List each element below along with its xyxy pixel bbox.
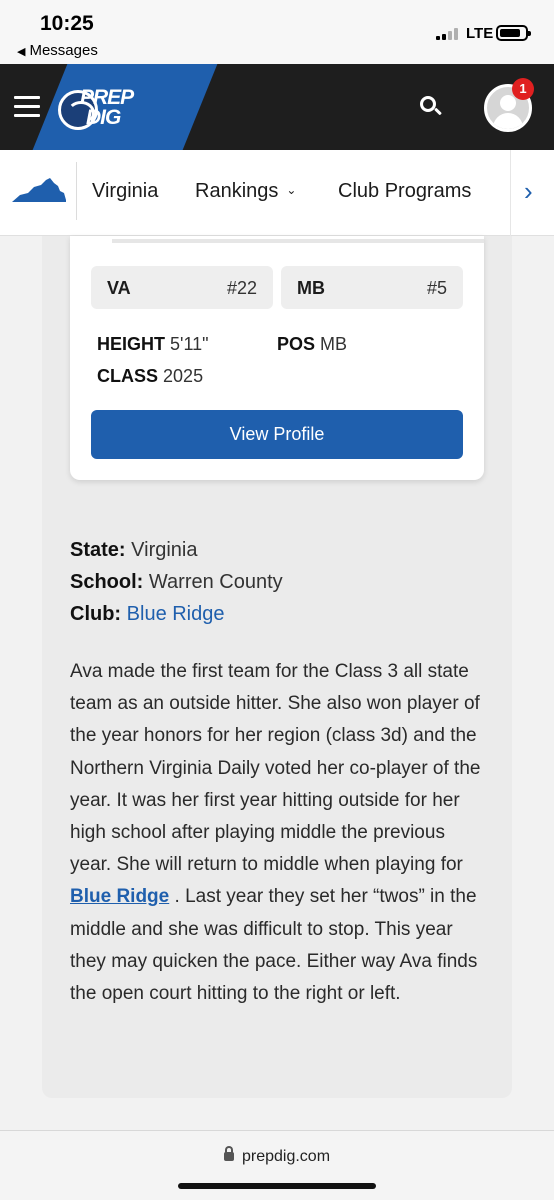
position-rank-label: MB	[297, 278, 325, 298]
back-triangle-icon: ◀	[17, 46, 26, 58]
lock-icon	[223, 1146, 234, 1161]
signal-icon	[436, 28, 458, 40]
url-display[interactable]: prepdig.com	[0, 1146, 554, 1166]
network-type: LTE	[466, 25, 494, 42]
card-top-divider	[112, 239, 484, 243]
nav-item-club-programs[interactable]: Club Programs	[338, 180, 471, 203]
class-attribute: CLASS 2025	[97, 366, 203, 387]
virginia-state-icon[interactable]	[12, 178, 66, 204]
home-indicator[interactable]	[178, 1183, 376, 1189]
class-label: CLASS	[97, 366, 159, 386]
state-value: Virginia	[131, 539, 198, 561]
state-label: State:	[70, 539, 126, 561]
nav-scroll-divider	[510, 150, 511, 236]
height-value: 5'11"	[170, 334, 209, 354]
chevron-down-icon: ⌄	[286, 183, 297, 197]
back-to-messages[interactable]: ◀ Messages	[17, 42, 98, 59]
sub-navigation: Virginia Rankings ⌄ Club Programs ›	[0, 150, 554, 236]
nav-item-rankings-label: Rankings	[195, 180, 279, 202]
status-bar: 10:25 ◀ Messages LTE	[0, 0, 554, 64]
school-value: Warren County	[148, 571, 283, 593]
class-value: 2025	[163, 366, 204, 386]
club-link[interactable]: Blue Ridge	[127, 603, 225, 625]
club-label: Club:	[70, 603, 122, 625]
position-attribute: POS MB	[277, 334, 347, 355]
nav-divider	[76, 162, 77, 220]
clock: 10:25	[40, 12, 94, 35]
height-label: HEIGHT	[97, 334, 166, 354]
pos-value: MB	[320, 334, 348, 354]
school-label: School:	[70, 571, 144, 593]
nav-item-virginia[interactable]: Virginia	[92, 180, 158, 203]
battery-icon	[496, 25, 531, 41]
logo-text-dig: DIG	[86, 106, 121, 129]
nav-item-rankings[interactable]: Rankings ⌄	[195, 180, 296, 203]
state-rank-chip: VA #22	[91, 266, 273, 309]
position-rank-chip: MB #5	[281, 266, 463, 309]
chevron-right-icon[interactable]: ›	[524, 176, 533, 207]
club-line: Club: Blue Ridge	[70, 603, 225, 626]
height-attribute: HEIGHT 5'11"	[97, 334, 209, 355]
player-bio: Ava made the first team for the Class 3 …	[70, 656, 490, 1010]
school-line: School: Warren County	[70, 571, 283, 594]
back-label: Messages	[29, 42, 98, 59]
prepdig-logo[interactable]: PREP DIG	[58, 84, 148, 132]
app-header: PREP DIG 1	[0, 64, 554, 150]
state-line: State: Virginia	[70, 539, 197, 562]
position-rank-value: #5	[426, 278, 447, 298]
bio-club-link[interactable]: Blue Ridge	[70, 886, 169, 907]
notification-badge: 1	[512, 78, 534, 100]
view-profile-button[interactable]: View Profile	[91, 410, 463, 459]
search-icon[interactable]	[418, 94, 444, 120]
browser-url-bar[interactable]: prepdig.com	[0, 1130, 554, 1200]
state-rank-label: VA	[107, 278, 131, 298]
menu-icon[interactable]	[14, 96, 40, 118]
bio-text-1: Ava made the first team for the Class 3 …	[70, 661, 481, 876]
pos-label: POS	[277, 334, 316, 354]
state-rank-value: #22	[226, 278, 257, 298]
url-text: prepdig.com	[241, 1148, 331, 1165]
